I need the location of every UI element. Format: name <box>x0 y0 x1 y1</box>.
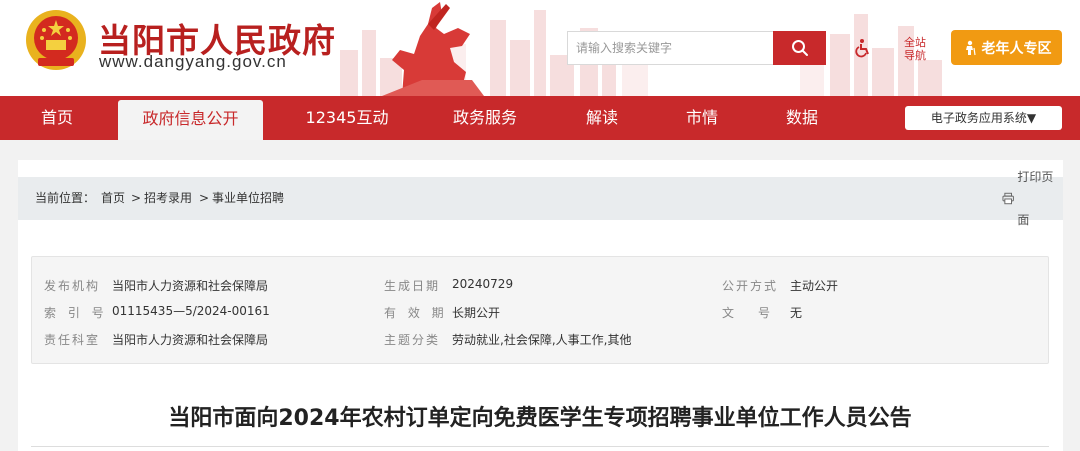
breadcrumb-institution-hiring[interactable]: 事业单位招聘 <box>212 177 284 220</box>
breadcrumb-separator: > <box>199 191 210 205</box>
publisher-value: 当阳市人力资源和社会保障局 <box>112 279 269 293</box>
topic-label: 主题分类 <box>384 333 441 347</box>
printer-icon <box>1002 192 1014 205</box>
index-number-value: 01115435—5/2024-00161 <box>112 304 270 318</box>
site-url: www.dangyang.gov.cn <box>99 52 287 71</box>
open-mode-value: 主动公开 <box>790 279 839 293</box>
wheelchair-icon <box>855 39 869 58</box>
search-input[interactable] <box>568 32 773 64</box>
title-divider <box>31 446 1049 447</box>
site-header: 当阳市人民政府 www.dangyang.gov.cn 全站 导航 老年人专区 <box>0 0 1080 96</box>
date-label: 生成日期 <box>384 279 441 293</box>
breadcrumb-recruitment[interactable]: 招考录用 <box>144 177 192 220</box>
publisher-label: 发布机构 <box>44 279 101 293</box>
accessibility-button[interactable] <box>852 37 874 59</box>
nav-12345-interaction[interactable]: 12345互动 <box>292 96 402 140</box>
elderly-person-icon <box>965 40 976 55</box>
nav-city-info[interactable]: 市情 <box>672 96 732 140</box>
nav-government-info[interactable]: 政府信息公开 <box>118 100 263 140</box>
print-page-label: 打印页面 <box>1017 169 1054 227</box>
guide-line-2: 导航 <box>904 49 926 62</box>
horse-rider-sculpture-decoration <box>382 2 484 96</box>
topic-value: 劳动就业,社会保障,人事工作,其他 <box>452 333 632 347</box>
search-icon <box>791 40 808 56</box>
document-number-label: 文 号 <box>722 306 771 320</box>
breadcrumb-prefix: 当前位置： <box>35 191 96 205</box>
document-metadata: 发布机构 当阳市人力资源和社会保障局 生成日期 20240729 公开方式 主动… <box>31 256 1049 364</box>
document-number-value: 无 <box>790 306 803 320</box>
document-title: 当阳市面向2024年农村订单定向免费医学生专项招聘事业单位工作人员公告 <box>168 406 912 431</box>
guide-line-1: 全站 <box>904 36 926 49</box>
validity-label: 有 效 期 <box>384 306 448 320</box>
national-emblem-logo <box>26 10 86 70</box>
breadcrumb-separator: > <box>131 191 142 205</box>
nav-home[interactable]: 首页 <box>22 96 92 140</box>
print-page-button[interactable]: 打印页面 <box>1002 170 1063 227</box>
elderly-zone-button[interactable]: 老年人专区 <box>951 30 1062 65</box>
search-button[interactable] <box>773 31 826 65</box>
e-government-system-select[interactable]: 电子政务应用系统▼ <box>905 106 1062 130</box>
index-number-label: 索 引 号 <box>44 306 108 320</box>
nav-interpretation[interactable]: 解读 <box>572 96 632 140</box>
nav-data[interactable]: 数据 <box>772 96 832 140</box>
breadcrumb: 当前位置： 首页 > 招考录用 > 事业单位招聘 打印页面 <box>18 170 1063 227</box>
search-field[interactable] <box>567 31 773 65</box>
open-mode-label: 公开方式 <box>722 279 779 293</box>
responsible-dept-label: 责任科室 <box>44 333 101 347</box>
date-value: 20240729 <box>452 277 514 291</box>
breadcrumb-home[interactable]: 首页 <box>101 177 125 220</box>
nav-government-services[interactable]: 政务服务 <box>440 96 530 140</box>
elderly-zone-label: 老年人专区 <box>981 40 1052 57</box>
site-navigation-link[interactable]: 全站 导航 <box>901 36 929 62</box>
validity-value: 长期公开 <box>452 306 501 320</box>
responsible-dept-value: 当阳市人力资源和社会保障局 <box>112 333 269 347</box>
